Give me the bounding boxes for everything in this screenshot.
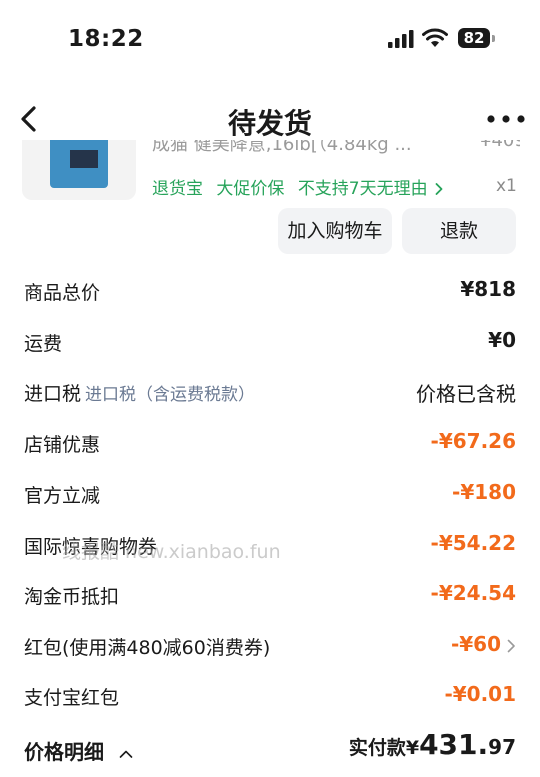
footer-bar: 价格明细 实付款¥431.97 <box>0 724 540 777</box>
row-value: 价格已含税 <box>416 382 516 406</box>
chevron-right-icon <box>507 639 515 652</box>
battery-level: 82 <box>458 28 490 48</box>
row-alipay-red-packet: 支付宝红包 -¥0.01 <box>0 671 540 721</box>
tag-no-7day-return: 不支持7天无理由 <box>297 179 428 199</box>
tag-return-insurance: 退货宝 <box>152 179 203 199</box>
row-value: ¥818 <box>460 277 516 301</box>
total-amount-int: 431. <box>419 728 489 761</box>
battery-indicator: 82 <box>458 28 498 50</box>
chevron-right-icon <box>435 183 443 195</box>
product-name-text: 成猫 健美降意,16lb[（4.84kg ... <box>152 140 412 155</box>
row-value: -¥60 <box>451 632 516 656</box>
row-label: 进口税 进口税（含运费税款） <box>24 379 255 406</box>
product-price: ¥409 <box>480 140 520 162</box>
row-red-packet[interactable]: 红包(使用满480减60消费券) -¥60 <box>0 621 540 671</box>
more-icon[interactable] <box>486 114 526 124</box>
wifi-icon <box>422 28 448 47</box>
row-import-tax[interactable]: 进口税 进口税（含运费税款） 价格已含税 <box>0 367 540 417</box>
row-value: -¥0.01 <box>444 682 516 706</box>
row-shipping: 运费 ¥0 <box>0 317 540 367</box>
row-label-sub: 进口税（含运费税款） <box>85 385 256 405</box>
row-value: -¥67.26 <box>430 429 516 453</box>
add-to-cart-button[interactable]: 加入购物车 <box>278 208 392 254</box>
row-official-reduction: 官方立减 -¥180 <box>0 469 540 519</box>
status-bar: 18:22 82 <box>0 0 540 80</box>
battery-cap <box>492 35 495 42</box>
product-quantity: x1 <box>496 176 517 196</box>
row-value-text: -¥60 <box>450 632 501 656</box>
total-label: 实付款 <box>348 737 406 759</box>
row-label: 红包(使用满480减60消费券) <box>24 637 271 659</box>
row-label: 店铺优惠 <box>24 434 101 456</box>
signal-icon <box>388 30 414 48</box>
row-label: 商品总价 <box>24 282 101 304</box>
row-value: -¥24.54 <box>430 581 516 605</box>
chevron-up-icon <box>119 750 133 758</box>
row-label: 支付宝红包 <box>24 687 120 709</box>
product-name[interactable]: 成猫 健美降意,16lb[（4.84kg ... <box>152 140 492 162</box>
product-price-text: ¥409 <box>480 140 520 151</box>
price-detail-toggle[interactable]: 价格明细 <box>24 736 133 765</box>
product-package-label <box>70 150 98 168</box>
row-store-discount: 店铺优惠 -¥67.26 <box>0 418 540 468</box>
row-gold-coin: 淘金币抵扣 -¥24.54 <box>0 570 540 620</box>
total-paid: 实付款¥431.97 <box>349 728 516 761</box>
row-value: ¥0 <box>488 328 516 352</box>
row-label: 国际惊喜购物券 <box>24 536 158 558</box>
total-amount-dec: 97 <box>488 735 516 759</box>
tag-price-protection: 大促价保 <box>216 179 285 199</box>
row-label: 运费 <box>24 333 63 355</box>
status-time: 18:22 <box>68 26 144 52</box>
row-value: -¥180 <box>452 480 516 504</box>
price-detail-label: 价格明细 <box>24 740 104 764</box>
row-goods-total: 商品总价 ¥818 <box>0 266 540 316</box>
row-label-main: 进口税 <box>24 383 82 405</box>
row-label: 官方立减 <box>24 485 101 507</box>
total-currency: ¥ <box>405 737 420 759</box>
row-label: 淘金币抵扣 <box>24 586 120 608</box>
page-title: 待发货 <box>227 107 312 140</box>
row-intl-coupon: 国际惊喜购物券 -¥54.22 <box>0 520 540 570</box>
service-tags[interactable]: 退货宝 大促价保 不支持7天无理由 <box>152 174 443 199</box>
refund-button[interactable]: 退款 <box>402 208 516 254</box>
row-value: -¥54.22 <box>430 531 516 555</box>
product-thumbnail[interactable] <box>22 140 136 200</box>
